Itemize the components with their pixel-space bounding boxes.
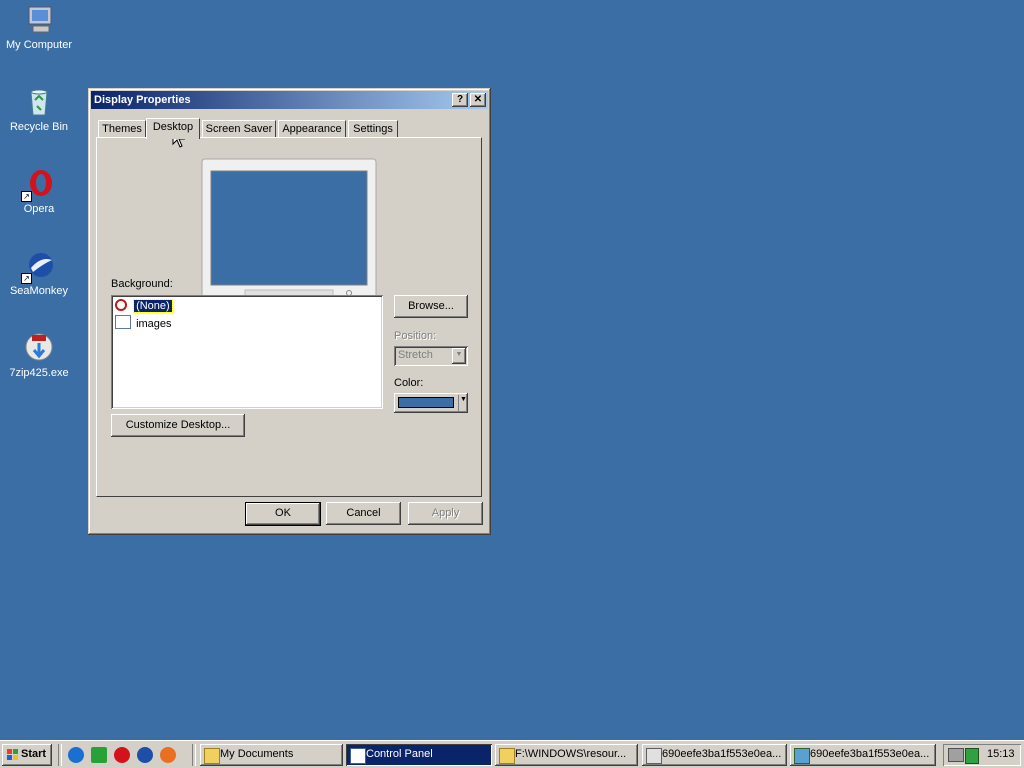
list-item-label: images: [136, 318, 172, 330]
tab-screen-saver[interactable]: Screen Saver: [202, 120, 276, 138]
customize-desktop-button[interactable]: Customize Desktop...: [111, 414, 245, 437]
desktop-icon-my-computer[interactable]: My Computer: [0, 4, 78, 52]
chevron-down-icon[interactable]: ▼: [452, 348, 466, 364]
apply-button[interactable]: Apply: [408, 502, 483, 525]
control-panel-icon: [350, 748, 366, 764]
background-listbox[interactable]: (None) images: [111, 295, 383, 409]
background-label: Background:: [111, 278, 173, 290]
desktop-icon-seamonkey[interactable]: ↗ SeaMonkey: [0, 250, 78, 298]
ok-button[interactable]: OK: [245, 502, 321, 526]
cancel-button[interactable]: Cancel: [326, 502, 401, 525]
desktop-icon-label: Opera: [23, 203, 55, 215]
taskbar-item-windows-resources[interactable]: F:\WINDOWS\resour...: [495, 744, 638, 766]
system-tray: 15:13: [943, 744, 1021, 766]
browse-button[interactable]: Browse...: [394, 295, 468, 318]
image-viewer-icon: [646, 748, 662, 764]
seamonkey-icon[interactable]: [137, 747, 153, 763]
opera-icon: ↗: [21, 168, 55, 202]
title-bar[interactable]: Display Properties ? ✕: [91, 91, 488, 109]
taskbar-item-label: Control Panel: [366, 748, 433, 760]
help-button[interactable]: ?: [452, 93, 468, 107]
taskbar-item-my-documents[interactable]: My Documents: [200, 744, 343, 766]
start-label: Start: [21, 748, 47, 760]
desktop-icon-label: Recycle Bin: [9, 121, 69, 133]
color-label: Color:: [394, 377, 424, 389]
clock[interactable]: 15:13: [987, 748, 1015, 760]
desktop-icon-label: SeaMonkey: [9, 285, 69, 297]
none-icon: [115, 299, 127, 311]
folder-icon: [204, 748, 220, 764]
desktop-icon-7zip[interactable]: 7zip425.exe: [0, 332, 78, 380]
taskbar: Start My Documents Control Panel F:\WIND…: [0, 740, 1024, 768]
safely-remove-hardware-icon[interactable]: [965, 748, 979, 764]
shortcut-arrow-icon: ↗: [21, 273, 32, 284]
position-value: Stretch: [398, 349, 433, 361]
shortcut-arrow-icon: ↗: [21, 191, 32, 202]
opera-icon[interactable]: [114, 747, 130, 763]
desktop-tab-panel: Background: (None) images Browse... Posi…: [96, 137, 482, 497]
taskbar-item-image-1[interactable]: 690eefe3ba1f553e0ea...: [642, 744, 787, 766]
display-properties-dialog: Display Properties ? ✕ Themes Desktop Sc…: [88, 88, 491, 535]
taskbar-item-label: F:\WINDOWS\resour...: [515, 748, 627, 760]
dialog-title: Display Properties: [94, 94, 191, 106]
tab-appearance[interactable]: Appearance: [278, 120, 346, 138]
tab-settings[interactable]: Settings: [348, 120, 398, 138]
desktop-icon-recycle-bin[interactable]: Recycle Bin: [0, 86, 78, 134]
installer-icon: [23, 332, 55, 364]
tab-desktop[interactable]: Desktop: [146, 118, 200, 139]
image-viewer-icon: [794, 748, 810, 764]
taskbar-item-label: 690eefe3ba1f553e0ea...: [810, 748, 930, 760]
tab-themes[interactable]: Themes: [98, 120, 146, 138]
desktop-icon-label: 7zip425.exe: [9, 367, 69, 379]
close-button[interactable]: ✕: [470, 93, 486, 107]
list-item-label: (None): [133, 299, 173, 313]
list-item-none[interactable]: (None): [115, 298, 173, 314]
position-select[interactable]: Stretch ▼: [394, 346, 468, 366]
desktop-icon-opera[interactable]: ↗ Opera: [0, 168, 78, 216]
windows-logo-icon: [7, 749, 18, 760]
image-file-icon: [115, 315, 131, 329]
color-swatch: [398, 397, 454, 408]
ie-icon[interactable]: [68, 747, 84, 763]
folder-icon: [499, 748, 515, 764]
recycle-bin-icon: [23, 86, 55, 118]
computer-icon: [23, 4, 55, 36]
monitor-preview: [201, 158, 377, 318]
taskbar-item-control-panel[interactable]: Control Panel: [346, 744, 492, 766]
network-icon[interactable]: [948, 748, 964, 762]
chevron-down-icon: ▼: [460, 396, 467, 403]
taskbar-item-image-2[interactable]: 690eefe3ba1f553e0ea...: [790, 744, 936, 766]
start-button[interactable]: Start: [2, 744, 52, 766]
desktop-icon-label: My Computer: [5, 39, 73, 51]
color-picker-button[interactable]: ▼: [394, 393, 468, 413]
taskbar-item-label: My Documents: [220, 748, 294, 760]
position-label: Position:: [394, 330, 437, 342]
taskbar-item-label: 690eefe3ba1f553e0ea...: [662, 748, 782, 760]
show-desktop-icon[interactable]: [91, 747, 107, 763]
list-item-images[interactable]: images: [115, 315, 172, 331]
seamonkey-icon: ↗: [21, 250, 55, 284]
firefox-icon[interactable]: [160, 747, 176, 763]
